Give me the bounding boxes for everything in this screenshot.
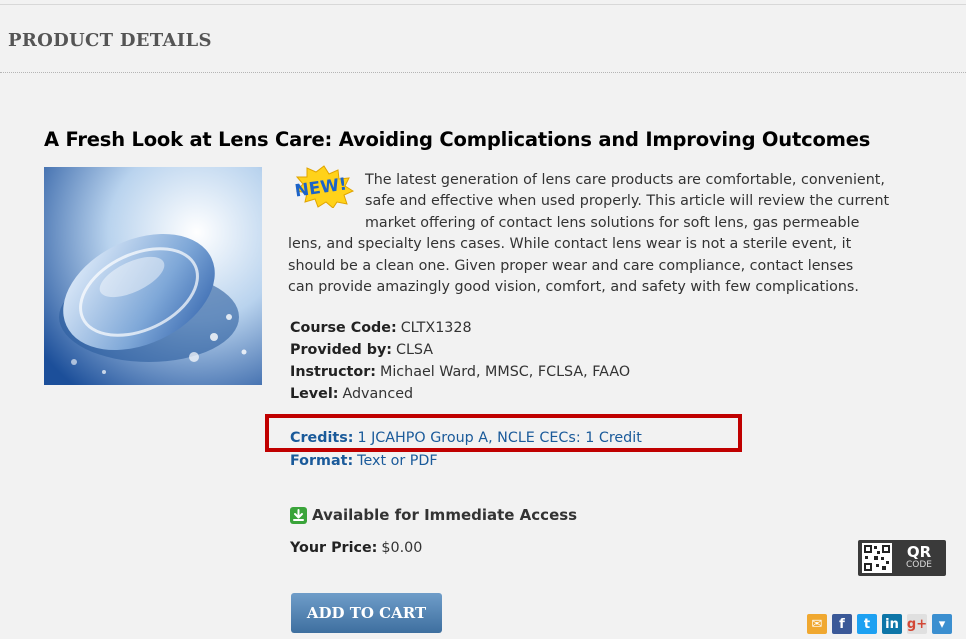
provider-label: Provided by: xyxy=(290,342,392,358)
description-line: market offering of contact lens solution… xyxy=(365,215,860,231)
price-row: Your Price: $0.00 xyxy=(290,540,422,556)
level-label: Level: xyxy=(290,386,339,402)
facebook-icon[interactable]: f xyxy=(832,614,852,634)
availability-status: Available for Immediate Access xyxy=(290,506,577,524)
format-value[interactable]: Text or PDF xyxy=(357,453,437,469)
description-line: safe and effective when used properly. T… xyxy=(365,193,890,209)
course-code-row: Course Code: CLTX1328 xyxy=(290,320,472,336)
section-header: PRODUCT DETAILS xyxy=(8,30,212,51)
google-plus-icon[interactable]: g+ xyxy=(907,614,927,634)
email-icon[interactable]: ✉ xyxy=(807,614,827,634)
provider-row: Provided by: CLSA xyxy=(290,342,433,358)
level-row: Level: Advanced xyxy=(290,386,413,402)
qr-code-icon xyxy=(862,543,892,573)
more-share-icon[interactable]: ▾ xyxy=(932,614,952,634)
instructor-value: Michael Ward, MMSC, FCLSA, FAAO xyxy=(379,364,631,380)
add-to-cart-button[interactable]: ADD TO CART xyxy=(291,593,442,633)
top-divider xyxy=(0,4,966,5)
description-line: can provide amazingly good vision, comfo… xyxy=(288,279,859,295)
price-label: Your Price: xyxy=(290,540,378,556)
description-line: The latest generation of lens care produ… xyxy=(365,172,885,188)
product-image xyxy=(44,167,262,385)
section-divider xyxy=(0,72,966,73)
qr-code-button[interactable]: QR CODE xyxy=(858,540,946,576)
linkedin-icon[interactable]: in xyxy=(882,614,902,634)
description-line: should be a clean one. Given proper wear… xyxy=(288,258,854,274)
credits-highlight-box xyxy=(265,414,742,452)
course-code-value: CLTX1328 xyxy=(400,320,472,336)
format-row[interactable]: Format: Text or PDF xyxy=(290,453,438,469)
instructor-label: Instructor: xyxy=(290,364,376,380)
instructor-row: Instructor: Michael Ward, MMSC, FCLSA, FA… xyxy=(290,364,630,380)
share-bar: ✉ f t in g+ ▾ xyxy=(807,614,952,634)
availability-text: Available for Immediate Access xyxy=(312,506,578,524)
new-badge: NEW! xyxy=(285,164,363,209)
provider-value: CLSA xyxy=(395,342,434,358)
qr-label-small: CODE xyxy=(906,560,932,570)
format-label: Format: xyxy=(290,453,354,469)
description-line: lens, and specialty lens cases. While co… xyxy=(288,236,852,252)
course-code-label: Course Code: xyxy=(290,320,397,336)
download-icon xyxy=(290,506,307,524)
qr-label-big: QR xyxy=(906,543,932,561)
price-value: $0.00 xyxy=(381,540,423,556)
twitter-icon[interactable]: t xyxy=(857,614,877,634)
qr-label: QR CODE xyxy=(898,545,940,571)
product-title: A Fresh Look at Lens Care: Avoiding Comp… xyxy=(44,128,871,151)
level-value: Advanced xyxy=(342,386,414,402)
